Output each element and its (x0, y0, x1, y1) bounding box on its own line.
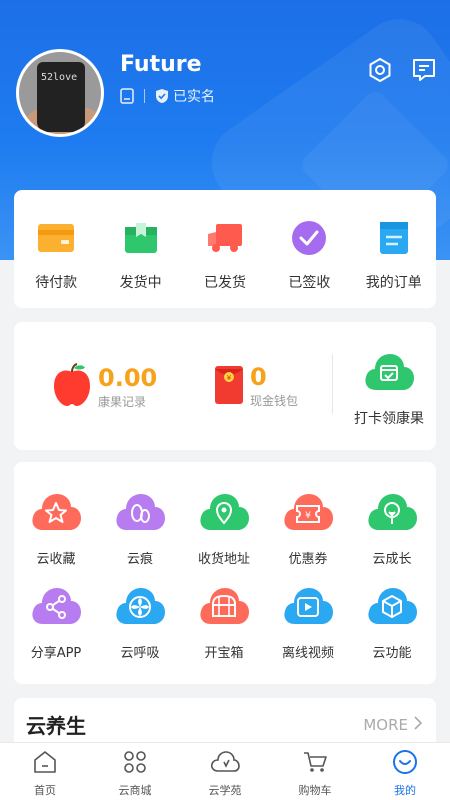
footprint-icon (113, 490, 167, 538)
kangguo-label: 康果记录 (98, 394, 147, 409)
more-label: MORE (363, 716, 408, 734)
share-icon (29, 584, 83, 632)
star-icon (29, 490, 83, 538)
order-all[interactable]: 我的订单 (352, 218, 436, 308)
coupon-icon: ¥ (281, 490, 335, 538)
tab-academy[interactable]: 云学苑 (180, 743, 270, 800)
profile-icon (392, 749, 418, 779)
service-address[interactable]: 收货地址 (182, 490, 266, 567)
tab-label: 云学苑 (208, 784, 242, 797)
service-features[interactable]: 云功能 (350, 584, 434, 661)
package-icon (121, 218, 161, 258)
service-treasure[interactable]: 开宝箱 (182, 584, 266, 661)
service-label: 云收藏 (36, 552, 76, 567)
truck-icon (205, 218, 245, 258)
kangguo-value: 0.00 (98, 363, 158, 392)
order-received[interactable]: 已签收 (267, 218, 351, 308)
order-list-icon (374, 218, 414, 258)
tab-label: 我的 (394, 784, 416, 797)
verified-label: 已实名 (173, 89, 215, 105)
fan-icon (113, 584, 167, 632)
service-label: 优惠券 (288, 552, 328, 567)
tab-cart[interactable]: 购物车 (270, 743, 360, 800)
checkin-button[interactable]: 打卡领康果 (344, 350, 434, 428)
service-label: 开宝箱 (204, 646, 244, 661)
more-link[interactable]: MORE (363, 716, 423, 734)
username: Future (120, 52, 202, 77)
service-coupon[interactable]: ¥ 优惠券 (266, 490, 350, 567)
cube-icon (365, 584, 419, 632)
checkin-label: 打卡领康果 (354, 411, 424, 427)
service-label: 收货地址 (197, 552, 250, 567)
check-circle-icon (289, 218, 329, 258)
svg-text:¥: ¥ (305, 511, 311, 521)
order-shipping[interactable]: 发货中 (99, 218, 183, 308)
tab-home[interactable]: 首页 (0, 743, 90, 800)
avatar[interactable]: 52love (16, 49, 104, 137)
tab-label: 云商城 (118, 784, 152, 797)
calendar-cloud-icon (362, 350, 416, 398)
chevron-right-icon (414, 716, 423, 734)
order-pending-payment[interactable]: 待付款 (14, 218, 98, 308)
service-label: 云成长 (372, 552, 412, 567)
order-label: 我的订单 (365, 275, 422, 291)
service-offline-video[interactable]: 离线视频 (266, 584, 350, 661)
service-breathe[interactable]: 云呼吸 (98, 584, 182, 661)
profile-meta: 已实名 (120, 86, 215, 106)
video-icon (281, 584, 335, 632)
location-pin-icon (197, 490, 251, 538)
order-label: 已签收 (288, 275, 331, 291)
kangguo-record[interactable]: 0.00 康果记录 (52, 362, 157, 412)
apple-icon (52, 362, 92, 412)
red-envelope-icon: ¥ (214, 365, 244, 409)
wallet-card: 0.00 康果记录 ¥ 0 现金钱包 打卡领康果 (14, 322, 436, 450)
section-title: 云养生 (26, 714, 86, 738)
tab-label: 购物车 (298, 784, 332, 797)
services-card: 云收藏 云痕 收货地址 ¥ 优惠券 云成长 分享APP 云呼吸 开宝箱 离线视频… (14, 462, 436, 684)
bottom-tab-bar: 首页 云商城 云学苑 购物车 我的 (0, 742, 450, 800)
service-favorites[interactable]: 云收藏 (14, 490, 98, 567)
settings-gear-icon[interactable] (366, 56, 394, 84)
service-label: 离线视频 (281, 646, 334, 661)
grid-icon (122, 749, 148, 779)
tree-icon (365, 490, 419, 538)
cash-value: 0 (250, 363, 267, 391)
wallet-divider (332, 354, 333, 414)
service-footprint[interactable]: 云痕 (98, 490, 182, 567)
order-label: 待付款 (35, 275, 78, 291)
verified-shield-icon (155, 88, 169, 104)
service-label: 云痕 (126, 552, 153, 567)
membership-card-icon[interactable] (120, 88, 134, 104)
order-label: 已发货 (203, 275, 246, 291)
home-icon (32, 749, 58, 779)
treasure-chest-icon (197, 584, 251, 632)
service-growth[interactable]: 云成长 (350, 490, 434, 567)
wallet-icon (36, 218, 76, 258)
tab-mall[interactable]: 云商城 (90, 743, 180, 800)
orders-card: 待付款 发货中 已发货 已签收 我的订单 (14, 190, 436, 308)
tab-profile[interactable]: 我的 (360, 743, 450, 800)
message-icon[interactable] (410, 56, 438, 84)
cart-icon (302, 749, 328, 779)
order-shipped[interactable]: 已发货 (183, 218, 267, 308)
service-label: 分享APP (30, 646, 82, 661)
order-label: 发货中 (119, 275, 162, 291)
cash-wallet[interactable]: ¥ 0 现金钱包 (214, 364, 298, 409)
service-label: 云呼吸 (120, 646, 160, 661)
service-share-app[interactable]: 分享APP (14, 584, 98, 661)
cloud-icon (210, 749, 240, 779)
svg-text:¥: ¥ (227, 374, 232, 382)
cash-label: 现金钱包 (250, 394, 299, 408)
tab-label: 首页 (34, 784, 56, 797)
service-label: 云功能 (372, 646, 412, 661)
